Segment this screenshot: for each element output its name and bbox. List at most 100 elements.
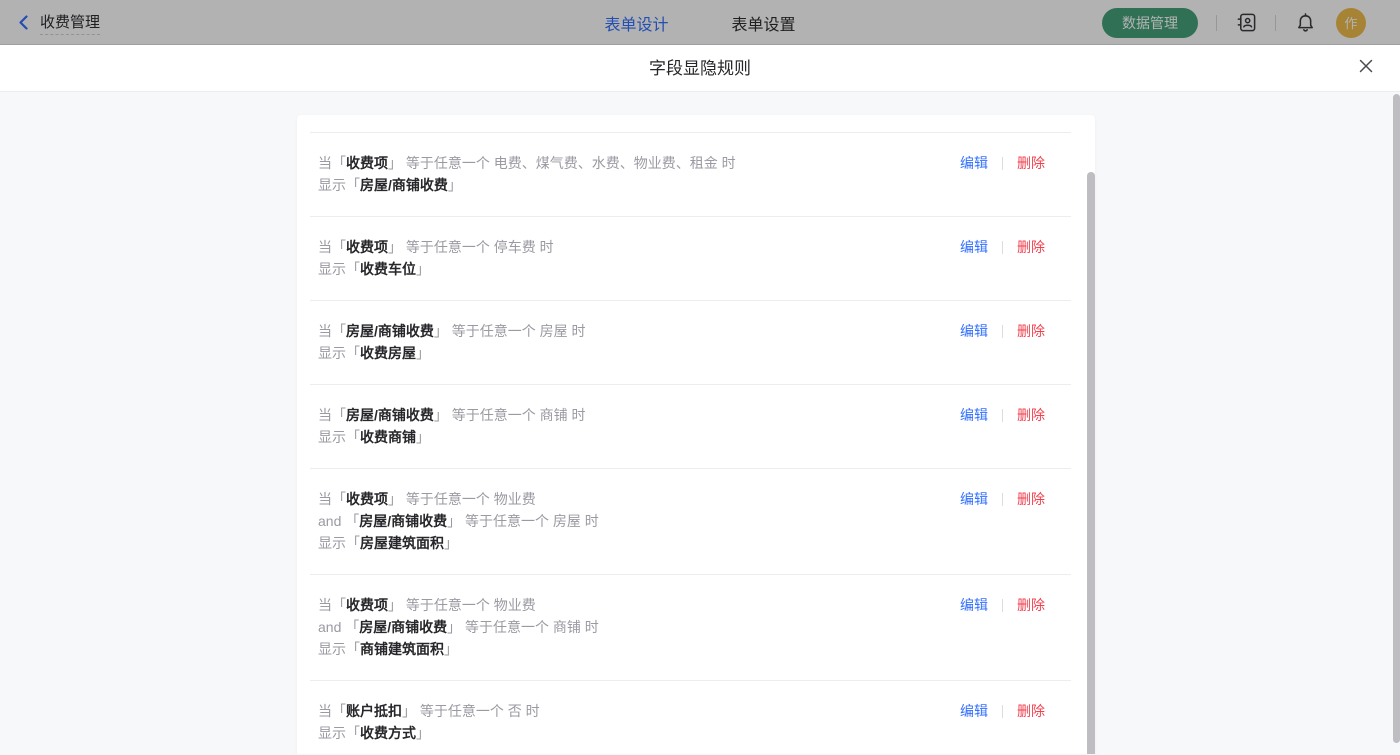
field-name: 收费项: [346, 491, 388, 507]
tab-form-design[interactable]: 表单设计: [604, 11, 668, 35]
rule-text-segment: 「: [332, 703, 346, 719]
rule-row: 当「收费项」 等于任意一个 物业费and 「房屋/商铺收费」 等于任意一个 商铺…: [310, 575, 1071, 681]
rule-text-segment: 「: [332, 407, 346, 423]
rule-text-segment: 」: [416, 725, 430, 741]
field-name: 房屋/商铺收费: [360, 177, 448, 193]
rule-text-segment: 等于任意一个 商铺 时: [448, 407, 586, 423]
edit-button[interactable]: 编辑: [960, 489, 988, 509]
rule-text-segment: 当: [318, 323, 332, 339]
action-divider: [1002, 241, 1003, 254]
rule-row: 当「房屋/商铺收费」 等于任意一个 房屋 时显示「收费房屋」 编辑 删除: [310, 301, 1071, 385]
data-manage-button[interactable]: 数据管理: [1102, 8, 1198, 38]
rule-text-segment: 等于任意一个 物业费: [402, 597, 536, 613]
edit-button[interactable]: 编辑: [960, 237, 988, 257]
rule-text-segment: 显示: [318, 177, 346, 193]
delete-button[interactable]: 删除: [1017, 237, 1045, 257]
page-scrollbar-thumb[interactable]: [1393, 94, 1400, 743]
rule-text-segment: 」: [434, 407, 448, 423]
close-button[interactable]: [1356, 58, 1376, 78]
rule-text-segment: 「: [332, 155, 346, 171]
delete-button[interactable]: 删除: [1017, 153, 1045, 173]
field-name: 账户抵扣: [346, 703, 402, 719]
rule-text-segment: 当: [318, 239, 332, 255]
action-divider: [1002, 157, 1003, 170]
rule-actions: 编辑 删除: [960, 320, 1045, 342]
rule-text-segment: 」: [416, 345, 430, 361]
rule-line: 显示「收费商铺」: [318, 426, 960, 448]
rule-line: 显示「商铺建筑面积」: [318, 638, 960, 660]
back-button[interactable]: 收费管理: [16, 0, 100, 45]
topbar-tabs: 表单设计 表单设置: [604, 0, 795, 45]
rule-text: 当「房屋/商铺收费」 等于任意一个 商铺 时显示「收费商铺」: [310, 404, 960, 448]
bell-icon[interactable]: [1294, 12, 1316, 34]
modal-header: 字段显隐规则: [0, 45, 1400, 92]
edit-button[interactable]: 编辑: [960, 595, 988, 615]
field-visibility-rules-modal: 字段显隐规则 当「收费项」 等于任意一个 电费、煤气费、水费、物业费、租金 时显…: [0, 45, 1400, 755]
rule-line: and 「房屋/商铺收费」 等于任意一个 房屋 时: [318, 510, 960, 532]
rule-text-segment: 等于任意一个 电费、煤气费、水费、物业费、租金 时: [402, 155, 736, 171]
delete-button[interactable]: 删除: [1017, 701, 1045, 721]
rule-text-segment: and: [318, 513, 345, 529]
rule-text-segment: 」: [444, 641, 458, 657]
rule-text-segment: 等于任意一个 否 时: [416, 703, 540, 719]
rule-text: 当「 收费项」 等于任意一个 物业费 and 「房屋/商铺收费」 等于任意一个 房屋…: [310, 488, 960, 554]
rules-list: 当「收费项」 等于任意一个 电费、煤气费、水费、物业费、租金 时显示「房屋/商铺…: [297, 133, 1095, 754]
form-name-label[interactable]: 收费管理: [40, 11, 100, 35]
rule-line: 显示「收费房屋」: [318, 342, 960, 364]
rule-text: 当「房屋/商铺收费」 等于任意一个 房屋 时显示「收费房屋」: [310, 320, 960, 364]
rule-line: 当「房屋/商铺收费」 等于任意一个 房屋 时: [318, 320, 960, 342]
rule-text-segment: 显示: [318, 725, 346, 741]
rule-text-segment: 「: [346, 429, 360, 445]
rule-text-segment: 」: [388, 491, 402, 507]
delete-button[interactable]: 删除: [1017, 321, 1045, 341]
field-name: 收费房屋: [360, 345, 416, 361]
edit-button[interactable]: 编辑: [960, 405, 988, 425]
rule-text-segment: 等于任意一个 房屋 时: [448, 323, 586, 339]
field-name: 房屋/商铺收费: [359, 513, 447, 529]
edit-button[interactable]: 编辑: [960, 321, 988, 341]
rule-text-segment: 等于任意一个 物业费: [402, 491, 536, 507]
rule-text-segment: 「: [332, 323, 346, 339]
rule-text-segment: 当: [318, 491, 332, 507]
rule-actions: 编辑 删除: [960, 236, 1045, 258]
rule-line: 当「收费项」 等于任意一个 电费、煤气费、水费、物业费、租金 时: [318, 152, 960, 174]
delete-button[interactable]: 删除: [1017, 489, 1045, 509]
close-icon: [1358, 58, 1374, 79]
rule-text-segment: 」: [448, 177, 462, 193]
divider: [1275, 15, 1276, 31]
delete-button[interactable]: 删除: [1017, 405, 1045, 425]
rule-text-segment: 「: [345, 513, 359, 529]
modal-body: 当「收费项」 等于任意一个 电费、煤气费、水费、物业费、租金 时显示「房屋/商铺…: [0, 92, 1400, 754]
rule-text-segment: 「: [332, 597, 346, 613]
rule-text-segment: 「: [346, 345, 360, 361]
edit-button[interactable]: 编辑: [960, 153, 988, 173]
field-name: 房屋建筑面积: [360, 535, 444, 551]
rule-text-segment: 「: [346, 261, 360, 277]
rule-line: 显示「房屋/商铺收费」: [318, 174, 960, 196]
card-scrollbar-thumb[interactable]: [1087, 172, 1095, 754]
rule-row: 当「 收费项」 等于任意一个 物业费 and 「房屋/商铺收费」 等于任意一个 房屋…: [310, 469, 1071, 575]
avatar[interactable]: 作: [1336, 8, 1366, 38]
rule-text-segment: 当: [318, 703, 332, 719]
rule-text-segment: 」: [388, 155, 402, 171]
tab-form-settings[interactable]: 表单设置: [732, 11, 796, 35]
rule-row: 当「房屋/商铺收费」 等于任意一个 商铺 时显示「收费商铺」 编辑 删除: [310, 385, 1071, 469]
rule-text-segment: 」: [388, 239, 402, 255]
topbar-right: 数据管理 作: [1102, 0, 1366, 45]
rule-text-segment: 等于任意一个 商铺 时: [461, 619, 599, 635]
edit-button[interactable]: 编辑: [960, 701, 988, 721]
rule-text-segment: 「: [346, 725, 360, 741]
field-name: 收费项: [346, 239, 388, 255]
contacts-icon[interactable]: [1235, 12, 1257, 34]
back-icon: [16, 15, 31, 30]
rule-line: 当「收费项」 等于任意一个 物业费: [318, 594, 960, 616]
delete-button[interactable]: 删除: [1017, 595, 1045, 615]
rule-text-segment: 等于任意一个 停车费 时: [402, 239, 554, 255]
field-name: 收费方式: [360, 725, 416, 741]
rule-text-segment: 显示: [318, 429, 346, 445]
rule-actions: 编辑 删除: [960, 488, 1045, 510]
rule-line: 当「房屋/商铺收费」 等于任意一个 商铺 时: [318, 404, 960, 426]
rule-row: 当「收费项」 等于任意一个 电费、煤气费、水费、物业费、租金 时显示「房屋/商铺…: [310, 133, 1071, 217]
field-name: 收费项: [346, 597, 388, 613]
rule-actions: 编辑 删除: [960, 404, 1045, 426]
